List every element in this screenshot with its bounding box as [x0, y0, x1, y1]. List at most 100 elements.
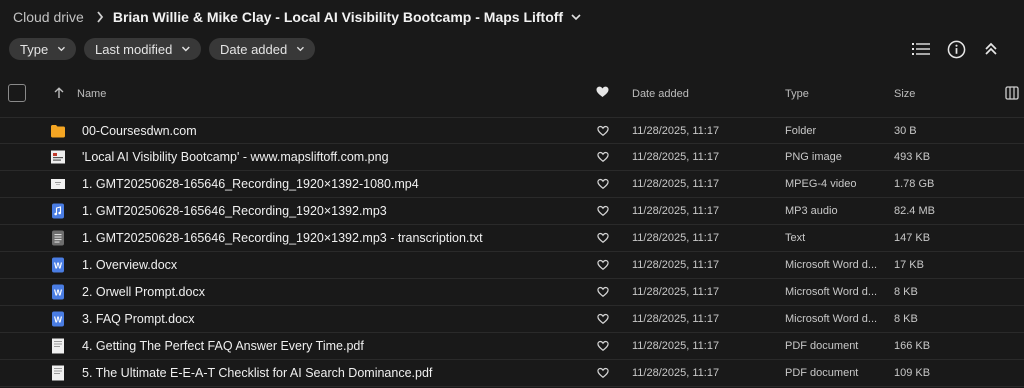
filter-bar: Type Last modified Date added [9, 38, 315, 60]
last-modified-filter-button[interactable]: Last modified [84, 38, 201, 60]
file-size: 8 KB [894, 313, 918, 325]
sort-ascending-icon[interactable] [53, 87, 65, 99]
table-row[interactable]: 00-Coursesdwn.com 11/28/2025, 11:17 Fold… [0, 117, 1024, 144]
table-row[interactable]: 5. The Ultimate E-E-A-T Checklist for AI… [0, 360, 1024, 387]
double-chevron-up-icon [985, 42, 997, 55]
table-row[interactable]: W 1. Overview.docx 11/28/2025, 11:17 Mic… [0, 252, 1024, 279]
heart-outline-icon[interactable] [597, 286, 609, 298]
chevron-down-icon [297, 46, 305, 52]
column-header-date-added[interactable]: Date added [632, 88, 689, 100]
heart-outline-icon[interactable] [597, 232, 609, 244]
date-added: 11/28/2025, 11:17 [632, 313, 720, 325]
file-size: 8 KB [894, 286, 918, 298]
file-size: 166 KB [894, 340, 931, 352]
table-row[interactable]: 1. GMT20250628-165646_Recording_1920×139… [0, 198, 1024, 225]
list-view-button[interactable] [910, 38, 932, 60]
table-header: Name Date added Type Size [0, 80, 1024, 108]
date-added: 11/28/2025, 11:17 [632, 125, 720, 137]
date-added: 11/28/2025, 11:17 [632, 205, 720, 217]
heart-outline-icon[interactable] [597, 340, 609, 352]
file-type: Microsoft Word d... [785, 259, 877, 271]
file-name: 4. Getting The Perfect FAQ Answer Every … [82, 339, 364, 353]
file-name: 00-Coursesdwn.com [82, 124, 197, 138]
file-size: 493 KB [894, 151, 931, 163]
svg-text:W: W [54, 315, 63, 325]
heart-outline-icon[interactable] [597, 178, 609, 190]
heart-outline-icon[interactable] [597, 151, 609, 163]
heart-outline-icon[interactable] [597, 205, 609, 217]
type-filter-button[interactable]: Type [9, 38, 76, 60]
type-filter-label: Type [20, 41, 49, 57]
info-icon [947, 40, 965, 58]
column-header-name[interactable]: Name [77, 88, 106, 100]
audio-file-icon [52, 203, 64, 219]
breadcrumb-root-link[interactable]: Cloud drive [13, 9, 84, 25]
file-size: 1.78 GB [894, 178, 935, 190]
word-file-icon: W [52, 311, 64, 327]
date-added-filter-label: Date added [220, 41, 288, 57]
date-added: 11/28/2025, 11:17 [632, 259, 720, 271]
text-file-icon [52, 230, 64, 246]
column-header-type[interactable]: Type [785, 88, 809, 100]
breadcrumb: Cloud drive Brian Willie & Mike Clay - L… [13, 7, 581, 27]
word-file-icon: W [52, 257, 64, 273]
svg-text:W: W [54, 288, 63, 298]
list-view-icon [912, 43, 930, 55]
pdf-thumbnail-icon [52, 338, 64, 354]
date-added-filter-button[interactable]: Date added [209, 38, 315, 60]
file-name: 5. The Ultimate E-E-A-T Checklist for AI… [82, 366, 433, 380]
heart-outline-icon[interactable] [597, 313, 609, 325]
folder-icon [51, 125, 65, 138]
file-size: 147 KB [894, 232, 931, 244]
collapse-button[interactable] [980, 38, 1002, 60]
chevron-down-icon[interactable] [571, 12, 581, 22]
chevron-down-icon [182, 46, 191, 52]
pdf-thumbnail-icon [52, 365, 64, 381]
table-row[interactable]: 1. GMT20250628-165646_Recording_1920×139… [0, 225, 1024, 252]
file-type: PDF document [785, 340, 859, 352]
view-controls [904, 38, 1024, 60]
date-added: 11/28/2025, 11:17 [632, 232, 720, 244]
file-size: 109 KB [894, 367, 931, 379]
heart-filled-icon[interactable] [596, 86, 609, 98]
table-row[interactable]: 'Local AI Visibility Bootcamp' - www.map… [0, 144, 1024, 171]
last-modified-filter-label: Last modified [95, 41, 173, 57]
chevron-right-icon [97, 11, 103, 23]
file-size: 30 B [894, 125, 917, 137]
info-button[interactable] [945, 38, 967, 60]
date-added: 11/28/2025, 11:17 [632, 151, 720, 163]
select-all-checkbox[interactable] [8, 84, 26, 102]
image-thumbnail-icon [51, 150, 65, 164]
file-name: 2. Orwell Prompt.docx [82, 285, 205, 299]
table-row[interactable]: 1. GMT20250628-165646_Recording_1920×139… [0, 171, 1024, 198]
file-name: 1. Overview.docx [82, 258, 178, 272]
breadcrumb-current-folder[interactable]: Brian Willie & Mike Clay - Local AI Visi… [113, 9, 563, 25]
file-type: MP3 audio [785, 205, 838, 217]
file-list: 00-Coursesdwn.com 11/28/2025, 11:17 Fold… [0, 117, 1024, 387]
columns-settings-icon[interactable] [1005, 86, 1019, 100]
file-name: 1. GMT20250628-165646_Recording_1920×139… [82, 231, 483, 245]
file-name: 'Local AI Visibility Bootcamp' - www.map… [82, 150, 389, 164]
column-header-size[interactable]: Size [894, 88, 915, 100]
heart-outline-icon[interactable] [597, 259, 609, 271]
word-file-icon: W [52, 284, 64, 300]
file-size: 17 KB [894, 259, 924, 271]
svg-text:W: W [54, 261, 63, 271]
heart-outline-icon[interactable] [597, 125, 609, 137]
heart-outline-icon[interactable] [597, 367, 609, 379]
file-name: 1. GMT20250628-165646_Recording_1920×139… [82, 204, 387, 218]
date-added: 11/28/2025, 11:17 [632, 340, 720, 352]
file-size: 82.4 MB [894, 205, 935, 217]
file-type: PDF document [785, 367, 859, 379]
file-name: 1. GMT20250628-165646_Recording_1920×139… [82, 177, 419, 191]
table-row[interactable]: W 2. Orwell Prompt.docx 11/28/2025, 11:1… [0, 279, 1024, 306]
file-type: MPEG-4 video [785, 178, 857, 190]
date-added: 11/28/2025, 11:17 [632, 367, 720, 379]
table-row[interactable]: 4. Getting The Perfect FAQ Answer Every … [0, 333, 1024, 360]
date-added: 11/28/2025, 11:17 [632, 178, 720, 190]
file-type: Text [785, 232, 806, 244]
file-name: 3. FAQ Prompt.docx [82, 312, 195, 326]
table-row[interactable]: W 3. FAQ Prompt.docx 11/28/2025, 11:17 M… [0, 306, 1024, 333]
file-type: PNG image [785, 151, 842, 163]
video-thumbnail-icon [51, 179, 65, 189]
